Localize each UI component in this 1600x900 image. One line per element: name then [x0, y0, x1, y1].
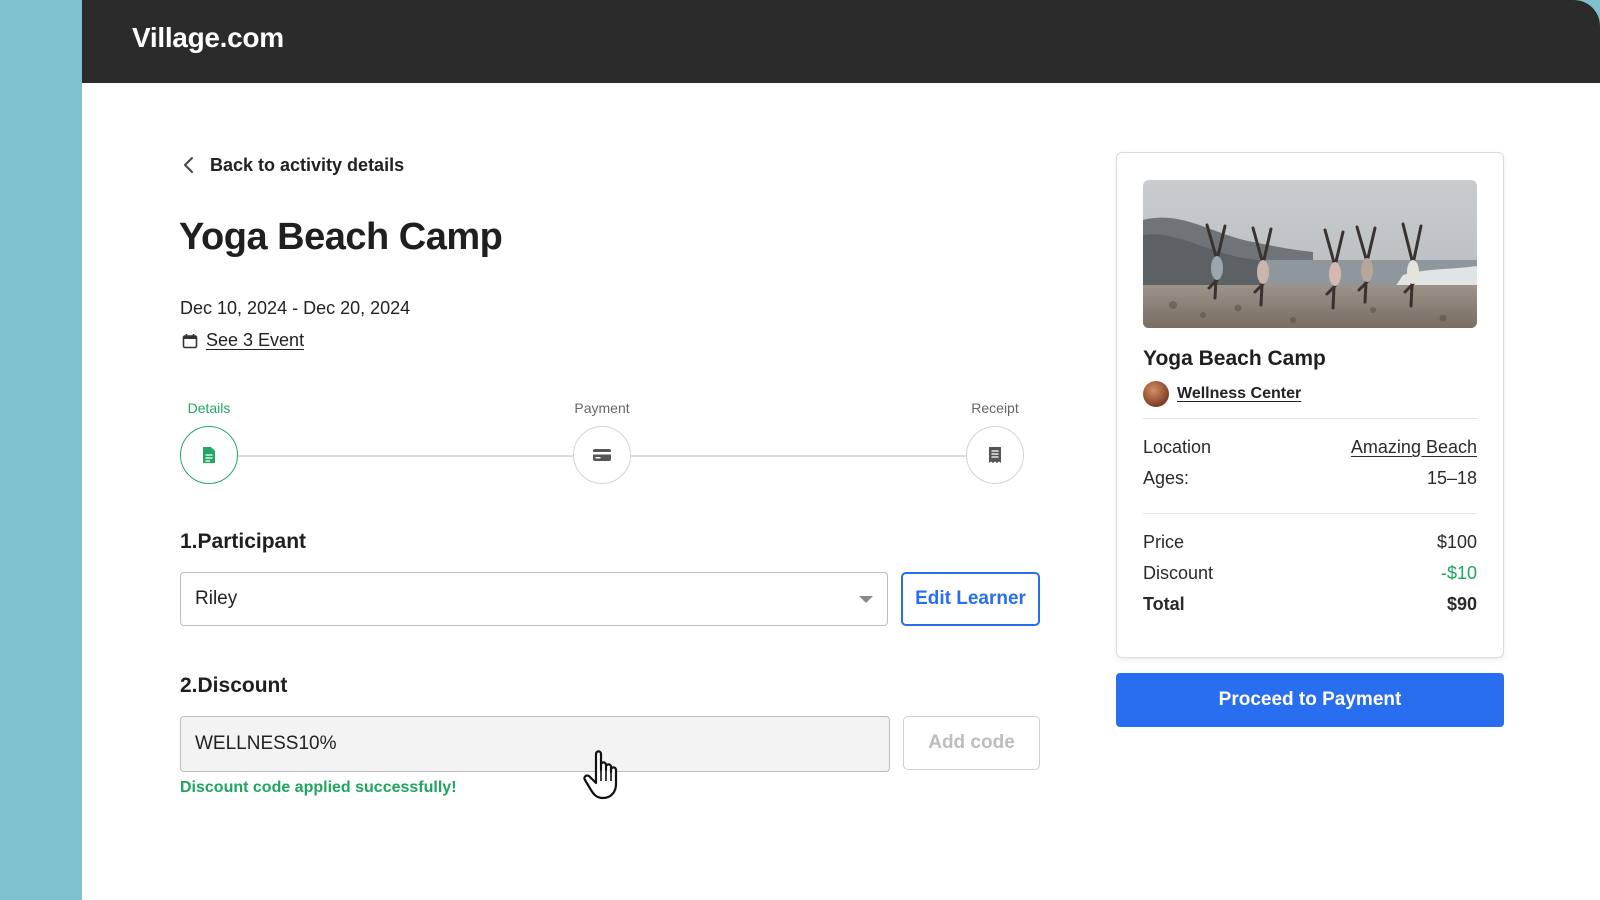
avatar	[1143, 381, 1169, 407]
price-value: $100	[1436, 532, 1477, 552]
discount-row: Discount -$10	[1143, 563, 1477, 584]
discount-section-title: 2.Discount	[180, 674, 288, 697]
ages-row: Ages: 15–18	[1143, 468, 1477, 489]
add-code-button[interactable]: Add code	[903, 716, 1040, 770]
calendar-icon	[182, 333, 198, 348]
chevron-left-icon	[184, 157, 193, 173]
discount-code-value: WELLNESS10%	[195, 733, 337, 754]
see-events-label: See 3 Event	[206, 330, 305, 350]
ages-label: Ages:	[1143, 468, 1190, 488]
step-label: Receipt	[971, 400, 1019, 416]
back-link-label: Back to activity details	[210, 154, 405, 175]
activity-photo	[1143, 180, 1477, 328]
step-label: Payment	[574, 400, 630, 416]
back-link[interactable]: Back to activity details	[180, 154, 404, 176]
proceed-to-payment-button[interactable]: Proceed to Payment	[1116, 673, 1504, 727]
divider	[1143, 513, 1477, 514]
stepper-line	[631, 455, 966, 457]
organizer-link[interactable]: Wellness Center	[1177, 385, 1301, 403]
participant-select[interactable]: Riley	[180, 572, 888, 626]
summary-title: Yoga Beach Camp	[1143, 347, 1326, 370]
ages-value: 15–18	[1426, 468, 1477, 488]
yoga-beach-image	[1143, 180, 1477, 328]
participant-selected-value: Riley	[195, 588, 238, 609]
participant-section-title: 1.Participant	[180, 530, 307, 553]
discount-success-message: Discount code applied successfully!	[180, 779, 457, 796]
top-bar: Village.com	[82, 0, 1600, 83]
step-label: Details	[187, 400, 231, 416]
order-summary-card: Yoga Beach Camp Wellness Center Location…	[1116, 152, 1504, 658]
app-frame: Village.com Back to activity details Yog…	[82, 0, 1600, 900]
organizer: Wellness Center	[1143, 381, 1301, 407]
total-value: $90	[1446, 594, 1477, 614]
credit-card-icon	[593, 449, 611, 461]
checkout-stepper: Details Payment Receipt	[180, 400, 1040, 490]
see-events-link[interactable]: See 3 Event	[182, 330, 304, 351]
brand-logo[interactable]: Village.com	[132, 22, 284, 54]
document-icon	[203, 447, 215, 463]
discount-label: Discount	[1143, 563, 1214, 583]
discount-code-input[interactable]: WELLNESS10%	[180, 716, 890, 772]
step-circle	[573, 426, 631, 484]
stepper-line	[238, 455, 573, 457]
discount-value: -$10	[1440, 563, 1477, 583]
location-link[interactable]: Amazing Beach	[1351, 437, 1477, 458]
location-label: Location	[1143, 437, 1212, 457]
receipt-icon	[989, 447, 1001, 463]
step-circle	[966, 426, 1024, 484]
chevron-down-icon	[859, 595, 873, 603]
page-title: Yoga Beach Camp	[179, 216, 503, 258]
location-row: Location Amazing Beach	[1143, 437, 1477, 458]
total-row: Total $90	[1143, 594, 1477, 615]
edit-learner-button[interactable]: Edit Learner	[901, 572, 1040, 626]
step-circle	[180, 426, 238, 484]
price-label: Price	[1143, 532, 1185, 552]
hand-cursor-icon	[583, 750, 618, 800]
divider	[1143, 418, 1477, 419]
total-label: Total	[1143, 594, 1185, 614]
price-row: Price $100	[1143, 532, 1477, 553]
activity-dates: Dec 10, 2024 - Dec 20, 2024	[180, 298, 411, 318]
